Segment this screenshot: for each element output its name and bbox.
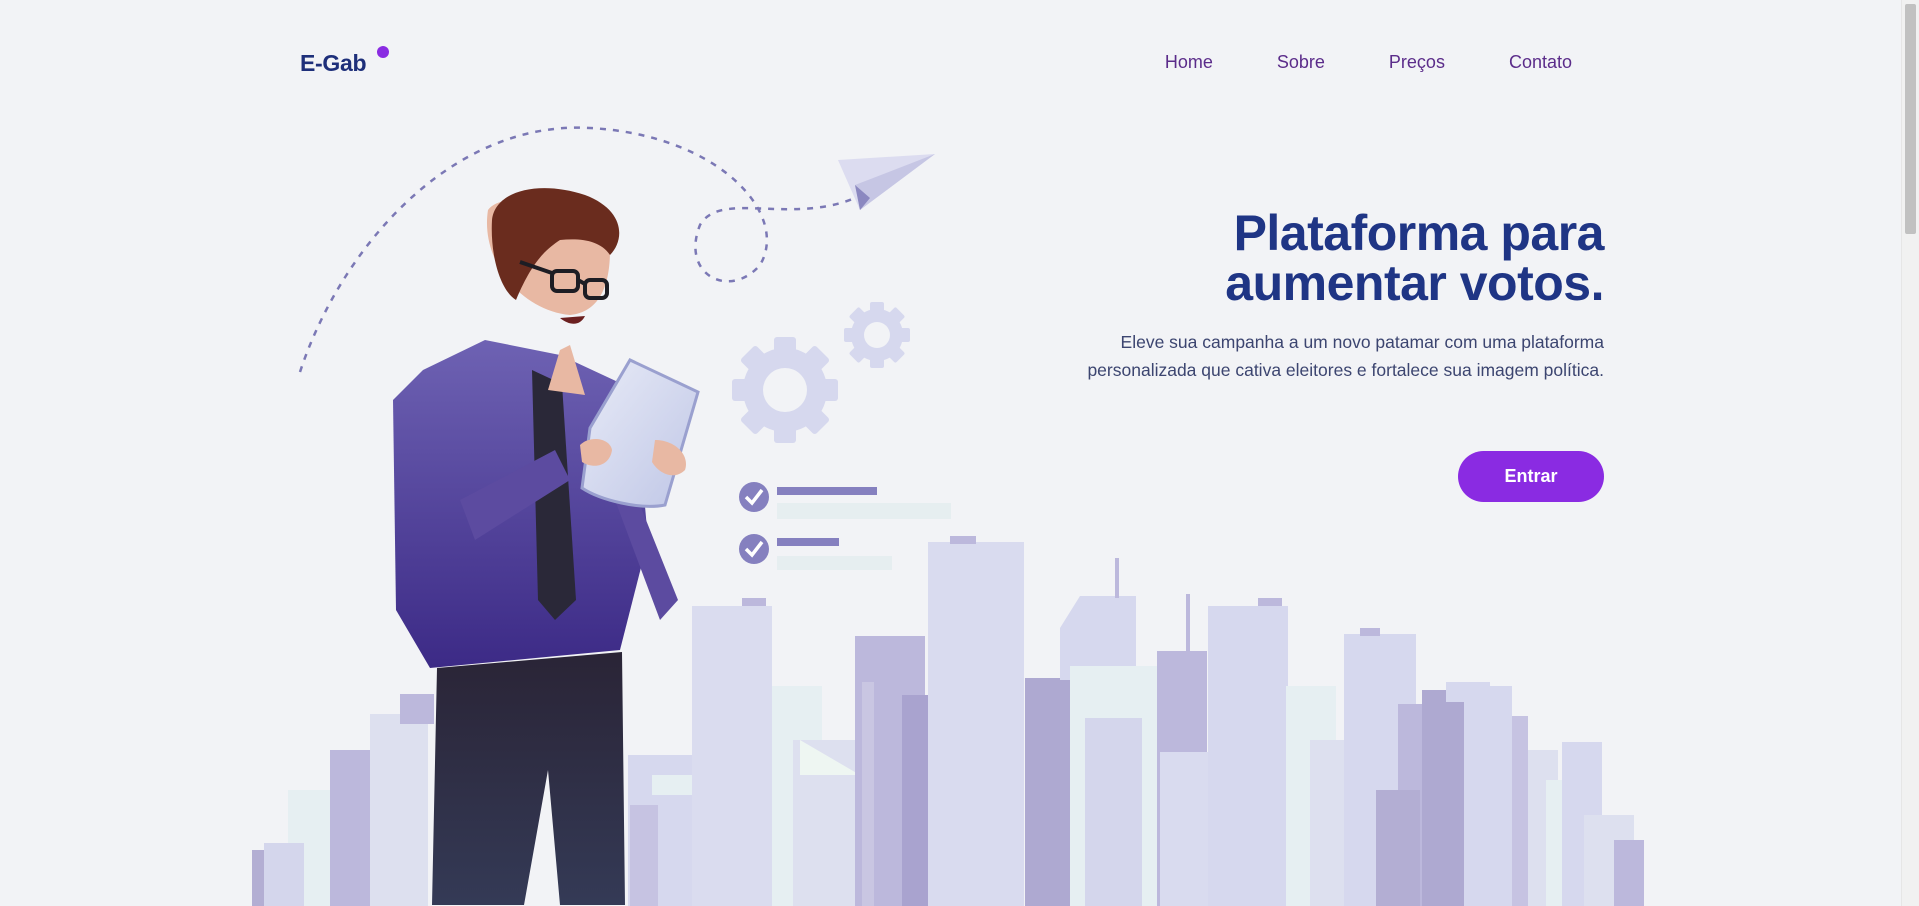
hero-subtitle: Eleve sua campanha a um novo patamar com…: [1087, 332, 1604, 380]
hero-title: Plataforma para aumentar votos.: [1084, 208, 1604, 308]
logo-dot-icon: [377, 46, 389, 58]
checklist: [739, 482, 951, 570]
hero-content: Plataforma para aumentar votos. Eleve su…: [1084, 208, 1604, 384]
nav-home[interactable]: Home: [1165, 52, 1213, 73]
paper-plane-icon: [838, 154, 935, 210]
hero-title-line1: Plataforma para: [1233, 205, 1605, 261]
scrollbar-thumb[interactable]: [1905, 4, 1916, 234]
hero-illustration: [252, 126, 1644, 906]
scrollbar[interactable]: [1901, 0, 1919, 906]
logo[interactable]: E-Gab: [300, 50, 367, 77]
check-icon: [739, 482, 769, 512]
main-nav: Home Sobre Preços Contato: [1101, 52, 1572, 73]
nav-contato[interactable]: Contato: [1509, 52, 1572, 73]
entrar-button[interactable]: Entrar: [1458, 451, 1604, 502]
site-header: E-Gab Home Sobre Preços Contato: [300, 38, 1572, 88]
nav-sobre[interactable]: Sobre: [1277, 52, 1325, 73]
nav-precos[interactable]: Preços: [1389, 52, 1445, 73]
hero-title-line2: aumentar votos.: [1225, 255, 1604, 311]
gear-icon: [844, 302, 910, 368]
gear-icon: [732, 337, 838, 443]
check-icon: [739, 534, 769, 564]
